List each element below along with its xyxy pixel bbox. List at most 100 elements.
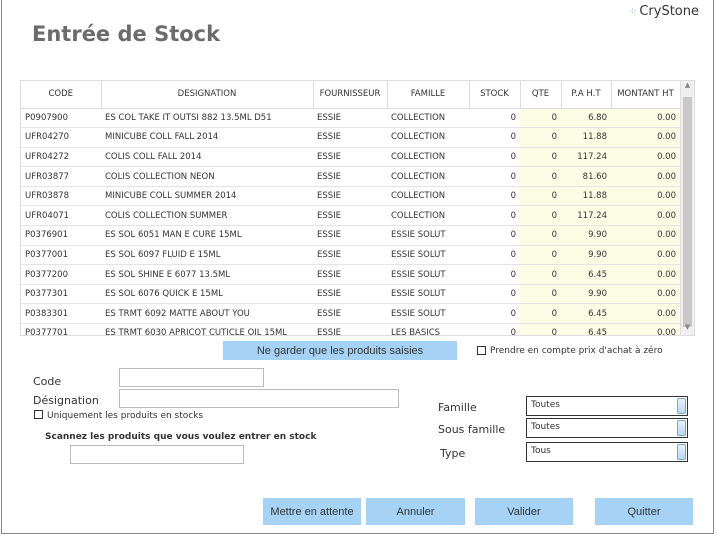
table-cell: ES TRMT 6030 APRICOT CUTICLE OIL 15ML bbox=[101, 323, 313, 335]
table-cell: 0.00 bbox=[611, 147, 680, 168]
table-cell: 0.00 bbox=[611, 284, 680, 305]
table-cell: MINICUBE COLL SUMMER 2014 bbox=[101, 186, 313, 207]
table-cell: P0377301 bbox=[21, 284, 101, 305]
table-cell: COLLECTION bbox=[387, 127, 469, 148]
table-cell: COLLECTION bbox=[387, 147, 469, 168]
table-cell: ESSIE SOLUT bbox=[387, 303, 469, 325]
code-input[interactable] bbox=[119, 368, 264, 387]
validate-button[interactable]: Valider bbox=[475, 498, 573, 525]
table-row[interactable]: P0377301 ES SOL 6076 QUICK E 15ML ESSIE ESS… bbox=[21, 284, 680, 305]
table-row[interactable]: P0907900 ES COL TAKE IT OUTSI 882 13.5ML … bbox=[21, 108, 680, 129]
table-cell: 0.00 bbox=[611, 245, 680, 266]
dropdown-arrow-icon[interactable] bbox=[677, 420, 686, 436]
hold-button[interactable]: Mettre en attente bbox=[263, 498, 361, 525]
grid-scrollbar[interactable]: ▲ ▼ bbox=[680, 81, 694, 335]
table-cell[interactable]: 0 bbox=[520, 225, 561, 246]
table-cell: P0907900 bbox=[21, 108, 101, 129]
dropdown-arrow-icon[interactable] bbox=[677, 398, 686, 414]
column-header[interactable]: MONTANT HT bbox=[611, 81, 681, 109]
zero-price-checkbox[interactable] bbox=[477, 346, 486, 355]
in-stock-label: Uniquement les produits en stocks bbox=[47, 411, 204, 421]
type-select[interactable]: Tous bbox=[526, 442, 688, 462]
table-cell: 0 bbox=[469, 284, 520, 305]
column-header[interactable]: P.A H.T bbox=[561, 81, 612, 109]
table-cell: ES SOL SHINE E 6077 13.5ML bbox=[101, 264, 313, 285]
table-cell: COLIS COLLECTION NEON bbox=[101, 166, 313, 187]
table-cell: P0377200 bbox=[21, 264, 101, 285]
table-cell: 0 bbox=[469, 127, 520, 148]
table-cell: COLIS COLL FALL 2014 bbox=[101, 147, 313, 168]
scroll-down-icon[interactable]: ▼ bbox=[681, 323, 694, 335]
table-cell[interactable]: 0 bbox=[520, 284, 561, 305]
table-cell[interactable]: 0 bbox=[520, 303, 561, 325]
column-header[interactable]: FAMILLE bbox=[387, 81, 470, 109]
type-value: Tous bbox=[531, 446, 551, 456]
table-cell[interactable]: 0 bbox=[520, 166, 561, 187]
scan-input[interactable] bbox=[70, 445, 244, 464]
table-cell: 11.88 bbox=[561, 127, 611, 148]
table-row[interactable]: UFR04270 MINICUBE COLL FALL 2014 ESSIE COLL… bbox=[21, 127, 680, 148]
crystone-logo-icon: ⁘ bbox=[628, 6, 637, 17]
scroll-up-icon[interactable]: ▲ bbox=[681, 81, 694, 93]
column-header[interactable]: DESIGNATION bbox=[101, 81, 314, 109]
table-cell[interactable]: 0 bbox=[520, 205, 561, 227]
designation-input[interactable] bbox=[119, 389, 399, 408]
table-row[interactable]: UFR03878 MINICUBE COLL SUMMER 2014 ESSIE CO… bbox=[21, 186, 680, 207]
table-cell: UFR04071 bbox=[21, 205, 101, 227]
sous-famille-select[interactable]: Toutes bbox=[526, 418, 688, 438]
table-cell[interactable]: 0 bbox=[520, 147, 561, 168]
table-cell: UFR03878 bbox=[21, 186, 101, 207]
table-row[interactable]: UFR04071 COLIS COLLECTION SUMMER ESSIE COLL… bbox=[21, 205, 680, 227]
table-row[interactable]: P0383301 ES TRMT 6092 MATTE ABOUT YOU ESSI… bbox=[21, 303, 680, 325]
table-cell[interactable]: 0 bbox=[520, 127, 561, 148]
table-cell: 0.00 bbox=[611, 166, 680, 187]
table-cell: P0377701 bbox=[21, 323, 101, 335]
quit-button[interactable]: Quitter bbox=[595, 498, 693, 525]
in-stock-checkbox[interactable] bbox=[34, 410, 43, 419]
table-cell[interactable]: 0 bbox=[520, 108, 561, 129]
table-cell: UFR04272 bbox=[21, 147, 101, 168]
famille-select[interactable]: Toutes bbox=[526, 396, 688, 416]
table-cell: 0.00 bbox=[611, 108, 680, 129]
table-row[interactable]: P0377200 ES SOL SHINE E 6077 13.5ML ESSIE E… bbox=[21, 264, 680, 285]
table-cell: COLIS COLLECTION SUMMER bbox=[101, 205, 313, 227]
table-cell: ESSIE bbox=[313, 284, 387, 305]
scroll-thumb[interactable] bbox=[683, 97, 692, 327]
table-cell: ESSIE bbox=[313, 205, 387, 227]
table-row[interactable]: P0377001 ES SOL 6097 FLUID E 15ML ESSIE ESS… bbox=[21, 245, 680, 266]
table-cell: 0 bbox=[469, 205, 520, 227]
table-cell: 0 bbox=[469, 225, 520, 246]
table-cell: 9.90 bbox=[561, 225, 611, 246]
table-cell: ESSIE bbox=[313, 147, 387, 168]
page-title: Entrée de Stock bbox=[32, 22, 221, 46]
dropdown-arrow-icon[interactable] bbox=[677, 444, 686, 460]
column-header[interactable]: FOURNISSEUR bbox=[313, 81, 388, 109]
table-cell: 9.90 bbox=[561, 284, 611, 305]
table-cell[interactable]: 0 bbox=[520, 245, 561, 266]
table-cell: 0.00 bbox=[611, 225, 680, 246]
table-row[interactable]: P0376901 ES SOL 6051 MAN E CURE 15ML ESSIE… bbox=[21, 225, 680, 246]
table-cell[interactable]: 0 bbox=[520, 186, 561, 207]
table-cell[interactable]: 0 bbox=[520, 323, 561, 335]
logo: ⁘ CryStone bbox=[629, 4, 699, 19]
column-header[interactable]: QTE bbox=[520, 81, 562, 109]
table-cell: 0 bbox=[469, 264, 520, 285]
table-cell: 0.00 bbox=[611, 127, 680, 148]
table-cell[interactable]: 0 bbox=[520, 264, 561, 285]
famille-label: Famille bbox=[438, 401, 477, 414]
table-cell: ESSIE bbox=[313, 225, 387, 246]
column-header[interactable]: CODE bbox=[21, 81, 102, 109]
table-row[interactable]: UFR03877 COLIS COLLECTION NEON ESSIE COLLEC… bbox=[21, 166, 680, 187]
table-row[interactable]: P0377701 ES TRMT 6030 APRICOT CUTICLE OIL… bbox=[21, 323, 680, 335]
sous-famille-value: Toutes bbox=[531, 422, 560, 432]
cancel-button[interactable]: Annuler bbox=[366, 498, 465, 525]
table-row[interactable]: UFR04272 COLIS COLL FALL 2014 ESSIE COLLECT… bbox=[21, 147, 680, 168]
column-header[interactable]: STOCK bbox=[469, 81, 521, 109]
table-cell: 117.24 bbox=[561, 205, 611, 227]
keep-entered-products-button[interactable]: Ne garder que les produits saisies bbox=[223, 341, 457, 360]
table-cell: ES SOL 6076 QUICK E 15ML bbox=[101, 284, 313, 305]
table-cell: ESSIE SOLUT bbox=[387, 284, 469, 305]
famille-value: Toutes bbox=[531, 400, 560, 410]
table-cell: 11.88 bbox=[561, 186, 611, 207]
table-cell: COLLECTION bbox=[387, 186, 469, 207]
